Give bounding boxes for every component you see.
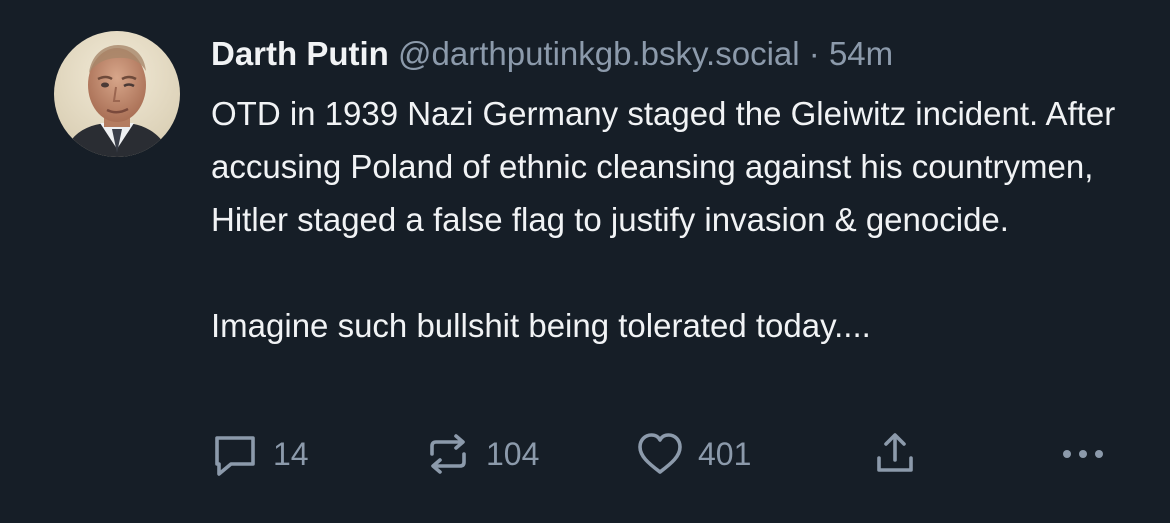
reply-button[interactable]: 14 [211, 428, 309, 480]
author-avatar[interactable] [54, 31, 180, 157]
reply-count: 14 [273, 435, 309, 472]
like-button[interactable]: 401 [636, 428, 751, 480]
author-display-name[interactable]: Darth Putin [211, 35, 389, 72]
like-icon [638, 433, 682, 474]
post[interactable]: Darth Putin @darthputinkgb.bsky.social ·… [0, 0, 1170, 523]
post-text: OTD in 1939 Nazi Germany staged the Glei… [211, 87, 1131, 352]
more-options-button[interactable] [1059, 428, 1107, 480]
avatar-photo-icon [54, 31, 180, 157]
post-paragraph: Imagine such bullshit being tolerated to… [211, 307, 871, 344]
repost-count: 104 [486, 435, 540, 472]
more-icon [1063, 450, 1103, 458]
post-paragraph: OTD in 1939 Nazi Germany staged the Glei… [211, 95, 1116, 238]
repost-icon [430, 434, 466, 474]
repost-button[interactable]: 104 [424, 428, 539, 480]
reply-icon [215, 436, 255, 476]
like-count: 401 [698, 435, 752, 472]
post-content: Darth Putin @darthputinkgb.bsky.social ·… [211, 33, 1131, 352]
share-icon [877, 433, 913, 472]
separator-dot: · [808, 35, 820, 72]
post-timestamp[interactable]: 54m [829, 35, 893, 72]
author-handle[interactable]: @darthputinkgb.bsky.social [398, 35, 800, 72]
share-button[interactable] [871, 428, 919, 480]
post-header: Darth Putin @darthputinkgb.bsky.social ·… [211, 33, 1131, 75]
post-actions: 14 104 401 [211, 428, 1111, 480]
